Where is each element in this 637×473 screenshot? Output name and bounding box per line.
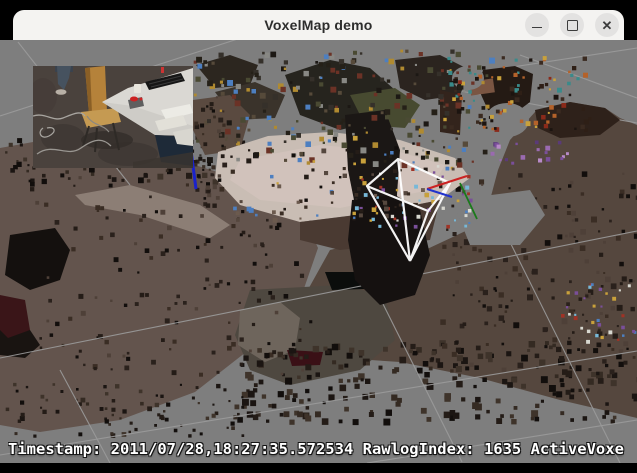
bottom-strip: [0, 463, 637, 473]
maximize-button[interactable]: [560, 13, 584, 37]
window-controls: ✕: [525, 13, 619, 37]
close-icon: ✕: [602, 19, 613, 32]
close-button[interactable]: ✕: [595, 13, 619, 37]
maximize-icon: [567, 20, 578, 31]
active-voxels-label: ActiveVoxe: [531, 440, 624, 458]
red-device: [130, 97, 138, 102]
status-bar: Timestamp: 2011/07/28,18:27:35.572534 Rawl…: [8, 440, 637, 458]
timestamp-value: 2011/07/28,18:27:35.572534: [111, 440, 354, 458]
minimize-icon: [532, 27, 542, 28]
voxelmap-demo-window: VoxelMap demo ✕: [0, 0, 637, 473]
3d-viewport[interactable]: Timestamp: 2011/07/28,18:27:35.572534 Rawl…: [0, 40, 637, 463]
timestamp-label: Timestamp:: [8, 440, 101, 458]
window-title: VoxelMap demo: [264, 17, 372, 33]
mug: [134, 84, 141, 93]
minimize-button[interactable]: [525, 13, 549, 37]
rawlog-index-label: RawlogIndex:: [363, 440, 475, 458]
titlebar[interactable]: VoxelMap demo ✕: [13, 10, 624, 40]
camera-inset: [33, 66, 193, 168]
rawlog-index-value: 1635: [484, 440, 521, 458]
